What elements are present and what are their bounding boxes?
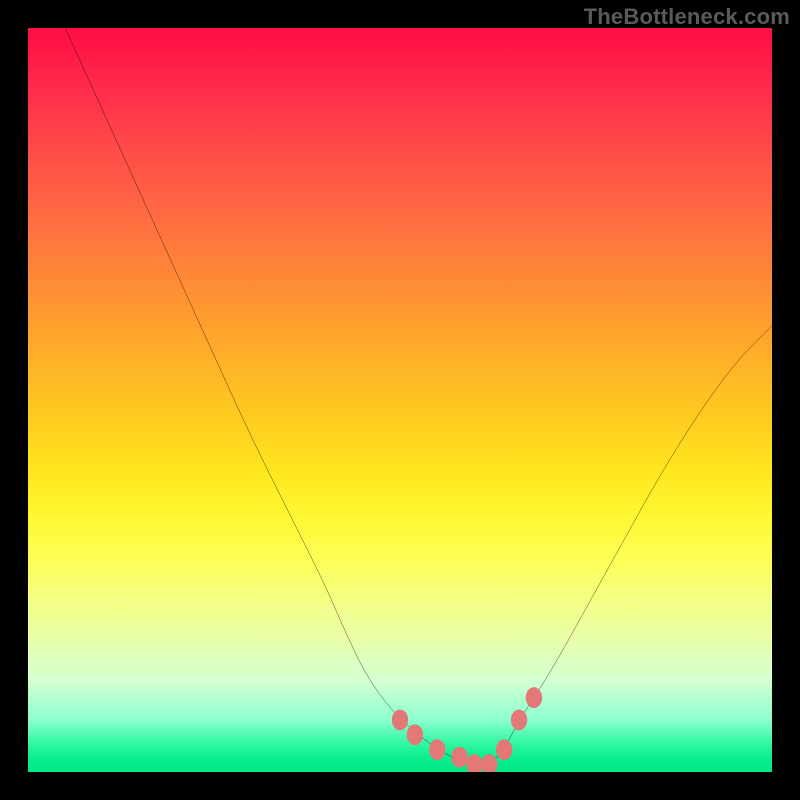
marker-dot	[481, 754, 497, 772]
marker-dot	[511, 710, 527, 731]
optimal-zone-markers	[392, 687, 542, 772]
bottleneck-curve	[65, 28, 772, 765]
marker-dot	[429, 739, 445, 760]
curve-svg	[28, 28, 772, 772]
marker-dot	[451, 747, 467, 768]
watermark-text: TheBottleneck.com	[584, 4, 790, 30]
marker-dot	[392, 710, 408, 731]
marker-dot	[466, 754, 482, 772]
marker-dot	[526, 687, 542, 708]
chart-frame: TheBottleneck.com	[0, 0, 800, 800]
marker-dot	[407, 724, 423, 745]
marker-dot	[496, 739, 512, 760]
plot-area	[28, 28, 772, 772]
